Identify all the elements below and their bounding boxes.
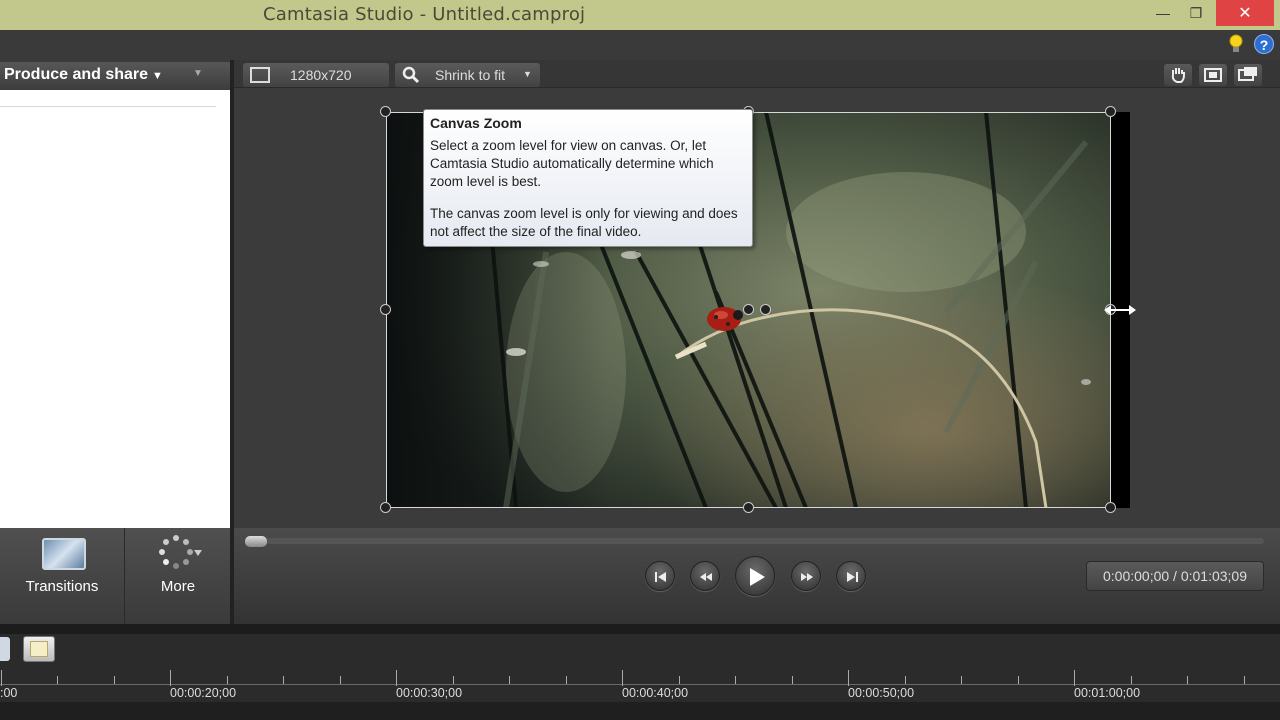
- ruler-tick: [622, 670, 623, 686]
- rewind-icon: [700, 573, 712, 581]
- ruler-label: 00:00:30;00: [396, 686, 463, 700]
- resize-handle-bottom-right[interactable]: [1105, 502, 1116, 513]
- chevron-down-icon: ▼: [152, 70, 163, 82]
- time-display: 0:00:00;00 / 0:01:03;09: [1086, 561, 1264, 591]
- ruler-tick: [1018, 676, 1019, 684]
- resize-handle-bottom-left[interactable]: [380, 502, 391, 513]
- menu-strip: [0, 30, 1280, 60]
- tool-tiles: Transitions More: [0, 528, 230, 624]
- resize-icon: [250, 67, 270, 83]
- ruler-tick: [114, 676, 115, 684]
- play-icon: [750, 568, 765, 586]
- play-button[interactable]: [735, 556, 775, 596]
- tooltip-paragraph-2: The canvas zoom level is only for viewin…: [430, 206, 738, 239]
- ruler-tick: [453, 676, 454, 684]
- pan-button[interactable]: [1164, 64, 1192, 86]
- canvas-zoom-tooltip: Canvas Zoom Select a zoom level for view…: [423, 109, 753, 247]
- ruler-label: 00:00:40;00: [622, 686, 689, 700]
- ruler-tick: [566, 676, 567, 684]
- hand-icon: [1171, 68, 1185, 83]
- skip-back-button[interactable]: [645, 561, 675, 591]
- ruler-tick: [396, 670, 397, 686]
- zoom-value: Shrink to fit: [435, 67, 506, 83]
- ruler-tick: [1131, 676, 1132, 684]
- canvas-dimensions: 1280x720: [290, 67, 352, 83]
- scrubber-track[interactable]: [246, 538, 1264, 544]
- ruler-baseline: [0, 684, 1280, 685]
- transitions-label: Transitions: [25, 578, 99, 595]
- close-button[interactable]: ✕: [1216, 0, 1274, 26]
- detach-icon: [1238, 67, 1257, 81]
- ruler-tick: [961, 676, 962, 684]
- ruler-label: 00:01:00;00: [1074, 686, 1141, 700]
- resize-handle-top-left[interactable]: [380, 106, 391, 117]
- lightbulb-icon[interactable]: [1228, 34, 1244, 54]
- tooltip-paragraph-1: Select a zoom level for view on canvas. …: [430, 138, 714, 189]
- produce-label: Produce and share: [4, 66, 149, 83]
- ruler-label: :00: [0, 686, 18, 700]
- more-label: More: [160, 578, 196, 595]
- fit-button[interactable]: [1199, 64, 1227, 86]
- ruler-tick: [1074, 670, 1075, 686]
- more-icon: [159, 535, 202, 569]
- ruler-tick: [1, 670, 2, 686]
- ruler-tick: [57, 676, 58, 684]
- skip-forward-icon: [847, 572, 858, 582]
- resize-handle-left[interactable]: [380, 304, 391, 315]
- horizontal-resize-cursor-icon: [1104, 305, 1136, 315]
- magnifier-icon: [402, 66, 420, 84]
- ruler-label: 00:00:20;00: [170, 686, 237, 700]
- ruler-tick: [283, 676, 284, 684]
- clip-bin-pane: [0, 90, 230, 528]
- timeline-track-area[interactable]: [0, 702, 1280, 720]
- ruler-label: 00:00:50;00: [848, 686, 915, 700]
- rewind-button[interactable]: [690, 561, 720, 591]
- help-icon[interactable]: ?: [1254, 34, 1274, 54]
- ruler-tick: [1244, 676, 1245, 684]
- ruler-tick: [848, 670, 849, 686]
- ruler-tick: [340, 676, 341, 684]
- fit-icon: [1204, 68, 1222, 82]
- clipboard-icon: [30, 641, 48, 657]
- canvas-toolbar: [234, 60, 1280, 88]
- window-title: Camtasia Studio - Untitled.camproj: [263, 4, 586, 25]
- tooltip-title: Canvas Zoom: [430, 115, 522, 131]
- resize-handle-top-right[interactable]: [1105, 106, 1116, 117]
- ruler-tick: [170, 670, 171, 686]
- transitions-icon: [42, 538, 86, 570]
- timeline-toolbar: [0, 634, 1280, 666]
- chevron-down-icon: ▼: [523, 69, 532, 79]
- fast-forward-button[interactable]: [791, 561, 821, 591]
- panel-grip-icon[interactable]: ▼: [193, 68, 203, 79]
- fast-forward-icon: [801, 573, 813, 581]
- ruler-tick: [227, 676, 228, 684]
- timeline-tool-button[interactable]: [0, 637, 10, 661]
- more-tab[interactable]: More: [126, 528, 230, 624]
- ruler-tick: [679, 676, 680, 684]
- center-handle[interactable]: [760, 304, 771, 315]
- detach-button[interactable]: [1234, 64, 1262, 86]
- ruler-tick: [792, 676, 793, 684]
- scrubber-thumb[interactable]: [245, 536, 267, 547]
- divider: [0, 106, 216, 107]
- ruler-tick: [735, 676, 736, 684]
- transitions-tab[interactable]: Transitions: [0, 528, 125, 624]
- timeline-divider[interactable]: [0, 624, 1280, 634]
- ruler-tick: [905, 676, 906, 684]
- skip-back-icon: [655, 572, 666, 582]
- ruler-tick: [1187, 676, 1188, 684]
- produce-and-share-button[interactable]: Produce and share ▼ ▼: [0, 62, 230, 90]
- skip-forward-button[interactable]: [836, 561, 866, 591]
- ruler-tick: [509, 676, 510, 684]
- resize-handle-bottom[interactable]: [743, 502, 754, 513]
- title-bar: Camtasia Studio - Untitled.camproj: [0, 0, 1280, 30]
- rotation-handle[interactable]: [743, 304, 754, 315]
- restore-button[interactable]: ❐: [1174, 0, 1218, 26]
